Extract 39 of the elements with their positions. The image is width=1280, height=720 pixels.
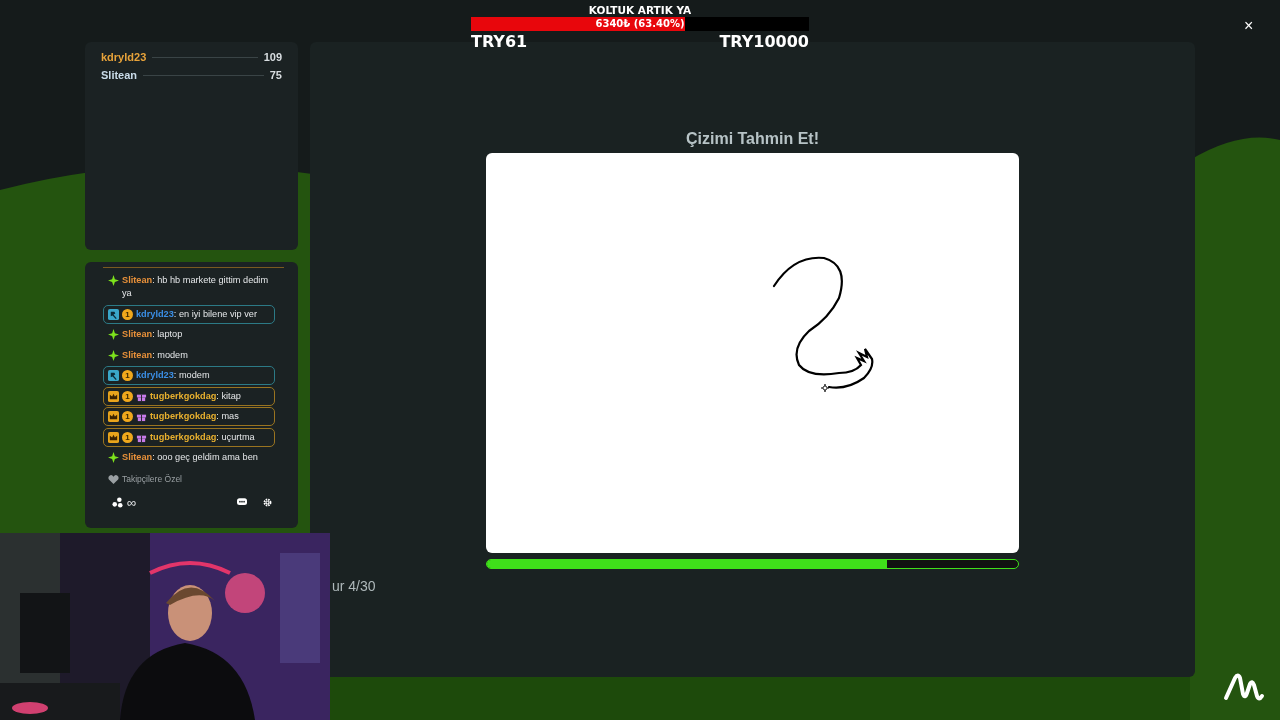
level-badge: 1 bbox=[122, 370, 133, 381]
chat-message-text: tugberkgokdag: mas bbox=[150, 410, 239, 423]
crown-icon bbox=[108, 411, 119, 422]
level-badge: 1 bbox=[122, 411, 133, 422]
sparkle-icon bbox=[108, 275, 119, 286]
close-button[interactable]: × bbox=[1244, 16, 1254, 36]
chat-message-text: kdryld23: en iyi bilene vip ver bbox=[136, 307, 258, 321]
chat-message-text: Slitean: laptop bbox=[122, 328, 183, 341]
chat-message-text: Slitean: ooo geç geldim ama ben bbox=[122, 451, 258, 464]
crown-icon bbox=[108, 431, 119, 443]
chat-message-text: Slitean: modem bbox=[122, 348, 188, 362]
chat-button[interactable] bbox=[237, 497, 247, 507]
chat-message-text: kdryld23: modem bbox=[136, 369, 210, 382]
player-name: Slitean bbox=[101, 67, 138, 83]
crown-icon bbox=[108, 390, 119, 402]
sparkle-icon bbox=[108, 452, 119, 463]
game-title: Çizimi Tahmin Et! bbox=[685, 129, 819, 149]
followers-only-label: Takipçilere Özel bbox=[122, 473, 182, 486]
level-badge: 1 bbox=[122, 308, 133, 320]
chat-message-text: tugberkgokdag: kitap bbox=[150, 389, 241, 403]
chat-message-text: Slitean: hb hb markete gittim dedim ya bbox=[122, 274, 270, 300]
player-score: 75 bbox=[269, 67, 282, 83]
settings-button[interactable] bbox=[263, 497, 272, 507]
player-name: kdryld23 bbox=[101, 49, 147, 65]
sparkle-icon bbox=[108, 329, 119, 340]
level-badge: 1 bbox=[122, 431, 133, 443]
cursor-icon bbox=[820, 383, 830, 393]
player-score: 109 bbox=[263, 49, 282, 65]
goal-target: TRY10000 bbox=[719, 31, 809, 53]
dots-icon bbox=[112, 497, 123, 509]
sparkle-icon bbox=[108, 349, 119, 361]
round-counter: ur 4/30 bbox=[332, 577, 376, 596]
viewer-count: ∞ bbox=[127, 495, 137, 509]
heart-icon bbox=[108, 474, 119, 486]
level-badge: 1 bbox=[122, 390, 133, 402]
goal-start: TRY61 bbox=[471, 31, 528, 53]
goal-title: KOLTUK ARTIK YA bbox=[587, 3, 693, 17]
goal-amount: 6340₺ (63.40%) bbox=[594, 17, 686, 31]
chat-message-text: tugberkgokdag: uçurtma bbox=[150, 430, 255, 444]
